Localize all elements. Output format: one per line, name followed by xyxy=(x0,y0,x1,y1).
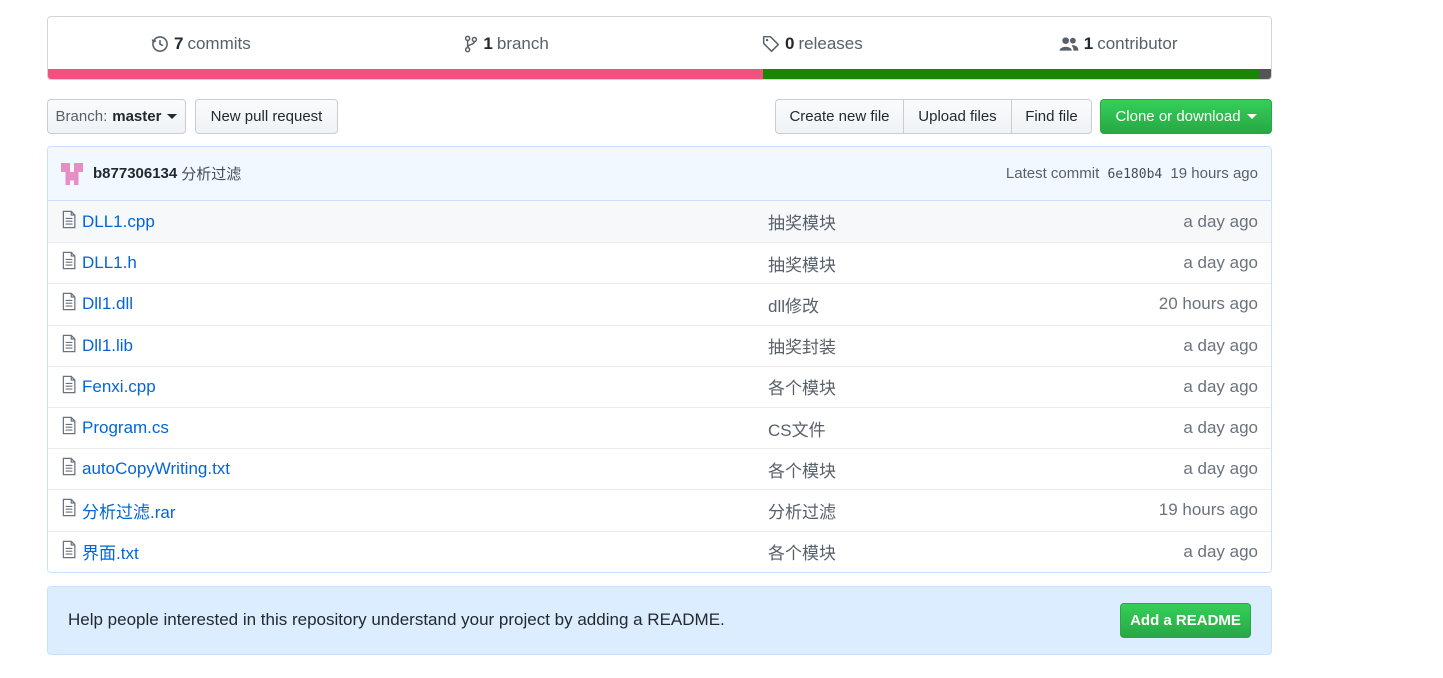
table-row: Program.cs CS文件 a day ago xyxy=(48,406,1271,449)
file-name-link[interactable]: autoCopyWriting.txt xyxy=(82,459,230,479)
language-bar-segment[interactable] xyxy=(48,69,764,79)
file-name-link[interactable]: DLL1.cpp xyxy=(82,212,155,232)
caret-down-icon xyxy=(167,114,178,119)
commit-age: 19 hours ago xyxy=(1170,165,1258,182)
commits-link[interactable]: 7 commits xyxy=(48,34,354,54)
language-bar[interactable] xyxy=(48,69,1271,79)
branches-label: branch xyxy=(496,33,549,53)
file-commit-message[interactable]: 分析过滤 xyxy=(768,498,836,523)
table-row: Dll1.lib 抽奖封装 a day ago xyxy=(48,324,1271,366)
file-icon xyxy=(61,416,77,440)
add-readme-button[interactable]: Add a README xyxy=(1120,602,1251,638)
file-commit-message[interactable]: CS文件 xyxy=(768,416,826,441)
file-commit-message[interactable]: 抽奖模块 xyxy=(768,209,836,234)
file-commit-age: a day ago xyxy=(1183,418,1258,438)
people-icon xyxy=(1059,36,1079,51)
file-actions-group: Create new file Upload files Find file xyxy=(775,99,1092,134)
history-icon xyxy=(151,35,168,52)
file-name-link[interactable]: 分析过滤.rar xyxy=(82,498,176,523)
releases-label: releases xyxy=(798,33,863,53)
file-rows: DLL1.cpp 抽奖模块 a day ago DLL1.h 抽奖模块 a day ago… xyxy=(48,201,1271,572)
file-icon xyxy=(61,458,77,481)
caret-down-icon xyxy=(1246,114,1257,119)
file-icon xyxy=(61,334,77,357)
file-commit-message[interactable]: 各个模块 xyxy=(768,374,836,399)
table-row: DLL1.h 抽奖模块 a day ago xyxy=(48,242,1271,284)
language-bar-segment[interactable] xyxy=(1258,69,1271,79)
table-row: Dll1.dll dll修改 20 hours ago xyxy=(48,283,1271,325)
branch-name: master xyxy=(112,108,162,125)
table-row: Fenxi.cpp 各个模块 a day ago xyxy=(48,365,1271,407)
latest-commit-info: Latest commit 6e180b4 19 hours ago xyxy=(1006,165,1258,182)
table-row: autoCopyWriting.txt 各个模块 a day ago xyxy=(48,448,1271,490)
file-name-link[interactable]: Dll1.dll xyxy=(82,294,133,314)
commit-sha[interactable]: 6e180b4 xyxy=(1107,167,1162,182)
commits-count: 7 xyxy=(174,33,184,53)
contributors-link[interactable]: 1 contributor xyxy=(965,34,1271,54)
branch-prefix: Branch: xyxy=(55,108,108,125)
readme-prompt: Help people interested in this repositor… xyxy=(47,585,1272,655)
file-commit-age: 19 hours ago xyxy=(1158,500,1258,520)
file-commit-message[interactable]: 各个模块 xyxy=(768,457,836,482)
repo-content: 7 commits 1 branch 0 releases 1 contribu… xyxy=(47,16,1272,655)
repo-summary: 7 commits 1 branch 0 releases 1 contribu… xyxy=(47,16,1272,80)
file-name-link[interactable]: DLL1.h xyxy=(82,253,137,273)
file-commit-age: a day ago xyxy=(1183,376,1258,396)
latest-commit-prefix: Latest commit xyxy=(1005,165,1100,182)
file-icon xyxy=(61,293,77,316)
file-commit-age: a day ago xyxy=(1183,253,1258,273)
file-name-link[interactable]: 界面.txt xyxy=(82,539,139,564)
file-name-link[interactable]: Fenxi.cpp xyxy=(82,377,156,397)
contributors-count: 1 xyxy=(1083,33,1094,53)
file-commit-message[interactable]: 抽奖模块 xyxy=(768,251,836,276)
branches-link[interactable]: 1 branch xyxy=(354,34,660,54)
file-commit-message[interactable]: 各个模块 xyxy=(768,539,836,564)
commits-label: commits xyxy=(187,33,251,53)
language-bar-segment[interactable] xyxy=(763,69,1259,79)
file-icon xyxy=(61,499,77,522)
file-icon xyxy=(61,540,77,563)
table-row: DLL1.cpp 抽奖模块 a day ago xyxy=(48,201,1271,243)
clone-download-button[interactable]: Clone or download xyxy=(1100,99,1272,134)
tag-icon xyxy=(762,35,780,52)
file-commit-age: a day ago xyxy=(1183,541,1258,561)
create-new-file-button[interactable]: Create new file xyxy=(775,99,904,134)
new-pull-request-button[interactable]: New pull request xyxy=(195,99,338,134)
table-row: 分析过滤.rar 分析过滤 19 hours ago xyxy=(48,489,1271,531)
releases-count: 0 xyxy=(785,33,795,53)
commit-author[interactable]: b877306134 xyxy=(93,165,177,182)
file-commit-message[interactable]: 抽奖封装 xyxy=(768,333,836,358)
clone-download-label: Clone or download xyxy=(1115,108,1241,125)
file-commit-age: a day ago xyxy=(1183,335,1258,355)
file-commit-age: 20 hours ago xyxy=(1158,294,1258,314)
file-name-link[interactable]: Dll1.lib xyxy=(82,336,133,356)
file-commit-age: a day ago xyxy=(1183,459,1258,479)
file-table: b877306134 分析过滤 Latest commit 6e180b4 19… xyxy=(47,146,1272,573)
file-icon xyxy=(61,252,77,275)
find-file-button[interactable]: Find file xyxy=(1011,99,1092,134)
file-icon xyxy=(61,375,77,398)
branches-count: 1 xyxy=(483,33,493,53)
file-commit-age: a day ago xyxy=(1183,211,1258,231)
commit-message[interactable]: 分析过滤 xyxy=(181,163,241,184)
branch-select-button[interactable]: Branch: master xyxy=(47,99,186,134)
git-branch-icon xyxy=(465,35,478,52)
readme-prompt-text: Help people interested in this repositor… xyxy=(68,610,725,630)
latest-commit-bar: b877306134 分析过滤 Latest commit 6e180b4 19… xyxy=(48,147,1271,201)
contributors-label: contributor xyxy=(1097,33,1178,53)
file-icon xyxy=(61,210,77,233)
file-navigation: Branch: master New pull request Create n… xyxy=(47,99,1272,135)
releases-link[interactable]: 0 releases xyxy=(660,34,966,54)
avatar[interactable] xyxy=(61,162,83,185)
table-row: 界面.txt 各个模块 a day ago xyxy=(48,530,1271,572)
file-name-link[interactable]: Program.cs xyxy=(82,418,169,438)
file-commit-message[interactable]: dll修改 xyxy=(768,292,819,317)
upload-files-button[interactable]: Upload files xyxy=(903,99,1012,134)
